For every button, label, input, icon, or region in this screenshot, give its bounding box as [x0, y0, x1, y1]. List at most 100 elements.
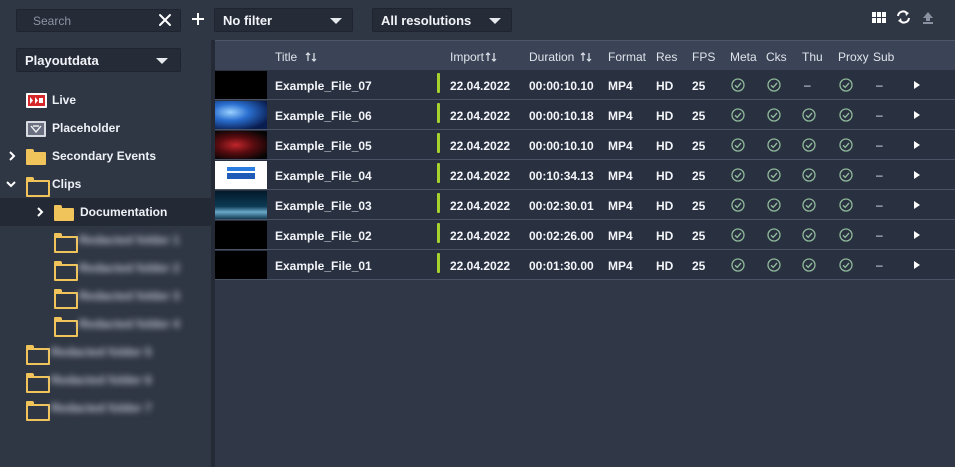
- add-icon[interactable]: [190, 11, 206, 27]
- column-header-cks[interactable]: Cks: [766, 50, 787, 64]
- chevron-down-icon[interactable]: [6, 179, 16, 189]
- clip-table: Title Import Duration Format Res FPS Met…: [215, 40, 955, 467]
- dash-indicator: –: [876, 108, 883, 122]
- chevron-down-icon: [156, 58, 168, 64]
- check-icon: [802, 168, 816, 182]
- sort-icon[interactable]: [485, 51, 497, 63]
- sidebar-item-label: Redacted folder 5: [51, 345, 152, 359]
- play-icon[interactable]: [914, 231, 920, 239]
- column-header-format[interactable]: Format: [608, 50, 646, 64]
- sidebar-item-live[interactable]: Live: [0, 86, 211, 114]
- folder-icon: [54, 317, 78, 337]
- chevron-down-icon: [489, 18, 501, 24]
- play-icon[interactable]: [914, 261, 920, 269]
- sidebar-item-folder[interactable]: Redacted folder 7: [0, 394, 211, 422]
- clip-format: MP4: [608, 259, 633, 273]
- play-icon[interactable]: [914, 111, 920, 119]
- status-bar: [437, 163, 440, 183]
- check-icon: [839, 198, 853, 212]
- clip-fps: 25: [692, 199, 706, 213]
- database-dropdown[interactable]: Playoutdata: [16, 48, 181, 72]
- grid-view-icon[interactable]: [872, 11, 886, 29]
- refresh-icon[interactable]: [896, 10, 911, 29]
- close-icon[interactable]: [158, 13, 172, 27]
- sidebar-item-secondary-events[interactable]: Secondary Events: [0, 142, 211, 170]
- sort-icon[interactable]: [580, 51, 592, 63]
- clip-import-date: 22.04.2022: [450, 109, 511, 123]
- sidebar-item-label: Secondary Events: [52, 149, 157, 163]
- sidebar-item-folder[interactable]: Redacted folder 5: [0, 338, 211, 366]
- search-box[interactable]: [16, 9, 181, 32]
- table-row[interactable]: Example_File_01 22.04.2022 00:01:30.00 MP4 H…: [215, 250, 955, 280]
- folder-icon: [26, 149, 46, 165]
- column-header-fps[interactable]: FPS: [692, 50, 715, 64]
- clip-duration: 00:01:30.00: [529, 259, 594, 273]
- table-row[interactable]: Example_File_06 22.04.2022 00:00:10.18 MP4 H…: [215, 100, 955, 130]
- upload-icon[interactable]: [922, 11, 934, 29]
- play-icon[interactable]: [914, 81, 920, 89]
- status-bar: [437, 73, 440, 93]
- column-header-thu[interactable]: Thu: [802, 50, 823, 64]
- folder-icon: [26, 345, 50, 365]
- live-icon: [26, 93, 47, 108]
- clip-title[interactable]: Example_File_01: [275, 259, 372, 273]
- column-header-title[interactable]: Title: [275, 50, 317, 64]
- column-header-sub[interactable]: Sub: [873, 50, 894, 64]
- clip-title[interactable]: Example_File_04: [275, 169, 372, 183]
- sidebar-item-folder[interactable]: Redacted folder 1: [0, 226, 211, 254]
- check-icon: [839, 168, 853, 182]
- resolution-dropdown[interactable]: All resolutions: [372, 8, 512, 32]
- filter-dropdown-value: No filter: [223, 13, 273, 28]
- clip-res: HD: [656, 169, 674, 183]
- table-row[interactable]: Example_File_04 22.04.2022 00:10:34.13 MP4 H…: [215, 160, 955, 190]
- clip-title[interactable]: Example_File_03: [275, 199, 372, 213]
- sidebar-item-placeholder[interactable]: Placeholder: [0, 114, 211, 142]
- top-toolbar: No filter All resolutions: [0, 0, 955, 40]
- check-icon: [767, 228, 781, 242]
- clip-import-date: 22.04.2022: [450, 169, 511, 183]
- check-icon: [767, 138, 781, 152]
- sidebar-item-clips[interactable]: Clips: [0, 170, 211, 198]
- database-dropdown-value: Playoutdata: [25, 53, 99, 68]
- table-row[interactable]: Example_File_07 22.04.2022 00:00:10.10 MP4 H…: [215, 70, 955, 100]
- check-icon: [839, 228, 853, 242]
- clip-thumbnail: [215, 191, 267, 219]
- sidebar-item-documentation[interactable]: Documentation: [0, 198, 211, 226]
- status-bar: [437, 133, 440, 153]
- sidebar-item-folder[interactable]: Redacted folder 6: [0, 366, 211, 394]
- clip-title[interactable]: Example_File_07: [275, 79, 372, 93]
- clip-duration: 00:00:10.10: [529, 79, 594, 93]
- sidebar-item-folder[interactable]: Redacted folder 4: [0, 310, 211, 338]
- clip-title[interactable]: Example_File_02: [275, 229, 372, 243]
- sidebar-item-folder[interactable]: Redacted folder 2: [0, 254, 211, 282]
- column-header-res[interactable]: Res: [656, 50, 677, 64]
- column-header-duration[interactable]: Duration: [529, 50, 592, 64]
- table-row[interactable]: Example_File_05 22.04.2022 00:00:10.10 MP4 H…: [215, 130, 955, 160]
- table-row[interactable]: Example_File_03 22.04.2022 00:02:30.01 MP4 H…: [215, 190, 955, 220]
- play-icon[interactable]: [914, 141, 920, 149]
- clip-fps: 25: [692, 259, 706, 273]
- check-icon: [767, 168, 781, 182]
- table-row[interactable]: Example_File_02 22.04.2022 00:02:26.00 MP4 H…: [215, 220, 955, 250]
- sidebar-item-label: Redacted folder 4: [79, 317, 180, 331]
- dash-indicator: –: [876, 198, 883, 212]
- chevron-right-icon[interactable]: [7, 151, 17, 161]
- clip-duration: 00:00:10.10: [529, 139, 594, 153]
- column-header-meta[interactable]: Meta: [730, 50, 757, 64]
- sidebar-item-folder[interactable]: Redacted folder 3: [0, 282, 211, 310]
- filter-dropdown[interactable]: No filter: [214, 8, 353, 32]
- column-header-import[interactable]: Import: [450, 50, 497, 64]
- resolution-dropdown-value: All resolutions: [381, 13, 472, 28]
- sort-icon[interactable]: [305, 51, 317, 63]
- play-icon[interactable]: [914, 201, 920, 209]
- column-header-proxy[interactable]: Proxy: [838, 50, 869, 64]
- clip-res: HD: [656, 199, 674, 213]
- clip-thumbnail: [215, 251, 267, 279]
- play-icon[interactable]: [914, 171, 920, 179]
- clip-fps: 25: [692, 139, 706, 153]
- search-input[interactable]: [17, 10, 157, 31]
- clip-title[interactable]: Example_File_05: [275, 139, 372, 153]
- chevron-right-icon[interactable]: [35, 207, 45, 217]
- clip-format: MP4: [608, 109, 633, 123]
- clip-title[interactable]: Example_File_06: [275, 109, 372, 123]
